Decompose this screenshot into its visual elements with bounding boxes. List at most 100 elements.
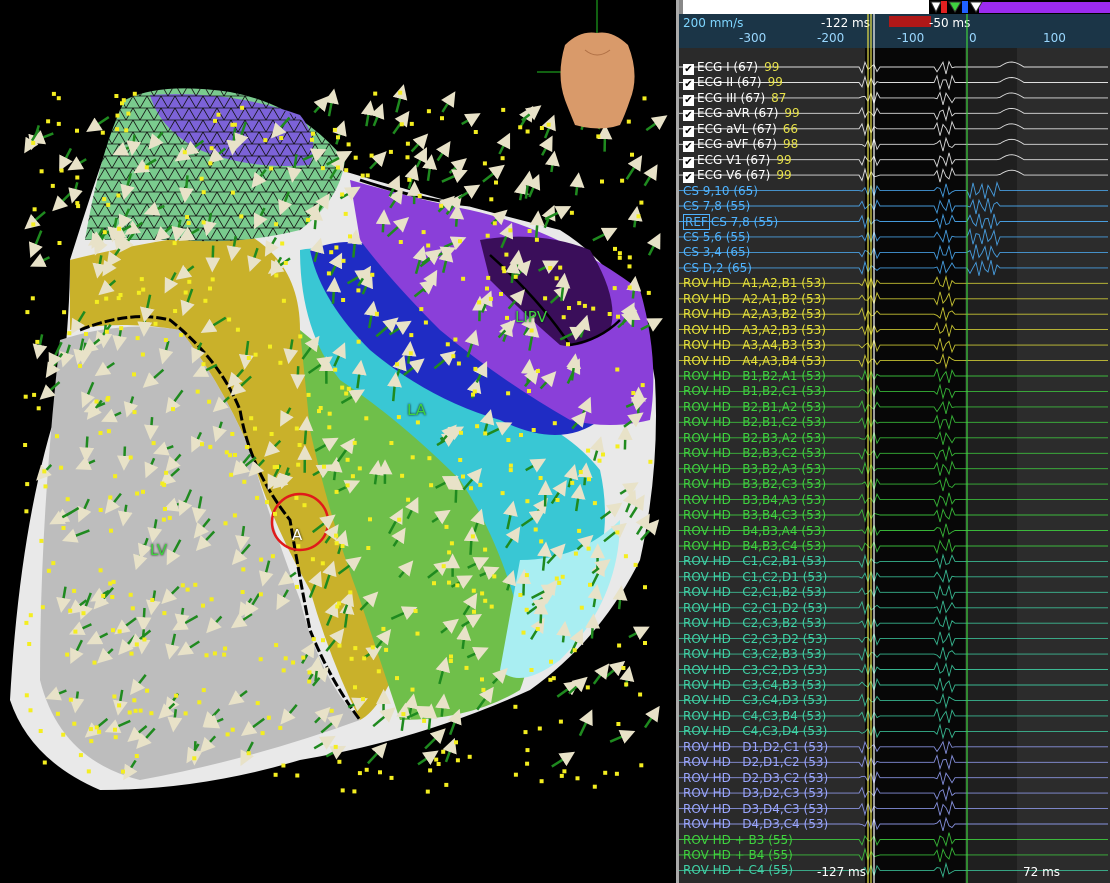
channel-row[interactable]: CS D,2 (65) — [683, 261, 752, 276]
channel-row[interactable]: ROV HD D3,D2,C3 (53) — [683, 786, 828, 801]
channel-row[interactable]: ROV HD B3,B2,C3 (53) — [683, 477, 826, 492]
mapping-point — [183, 711, 188, 716]
mapping-point — [260, 731, 265, 736]
channel-row[interactable]: ROV HD B2,B3,C2 (53) — [683, 446, 826, 461]
channel-row[interactable]: ROV HD C3,C4,B3 (53) — [683, 678, 826, 693]
mapping-point — [195, 389, 200, 394]
channel-row[interactable]: ROV HD C2,C1,B2 (53) — [683, 585, 826, 600]
mapping-point — [343, 211, 348, 216]
channel-row[interactable]: ROV HD A4,A3,B4 (53) — [683, 354, 826, 369]
channel-row[interactable]: ROV HD D2,D1,C2 (53) — [683, 755, 828, 770]
channel-row[interactable]: CS 9,10 (65) — [683, 184, 758, 199]
mapping-point — [627, 285, 632, 290]
mapping-point — [524, 573, 529, 578]
propagation-arrow — [326, 277, 342, 304]
mapping-point — [130, 606, 135, 611]
channel-checkbox[interactable]: ✔ — [683, 141, 694, 153]
torso-orientation-icon[interactable] — [537, 0, 635, 129]
channel-value: 98 — [783, 137, 799, 152]
mapping-point — [296, 544, 301, 549]
channel-label: ROV HD B2,B3,A2 (53) — [683, 430, 826, 445]
mapping-point — [366, 546, 371, 550]
channel-row[interactable]: ROV HD B3,B2,A3 (53) — [683, 462, 826, 477]
channel-checkbox[interactable]: ✔ — [683, 156, 694, 168]
channel-row[interactable]: ✔ ECG aVR (67) 99 — [683, 106, 800, 122]
channel-checkbox[interactable]: ✔ — [683, 125, 694, 137]
channel-row[interactable]: ROV HD D2,D3,C2 (53) — [683, 771, 828, 786]
channel-row[interactable]: ROV HD A1,A2,B1 (53) — [683, 276, 826, 291]
channel-row[interactable]: ROV HD C2,C3,D2 (53) — [683, 632, 827, 647]
channel-row[interactable]: CS 5,6 (55) — [683, 230, 750, 245]
channel-row[interactable]: ✔ ECG V6 (67) 99 — [683, 168, 792, 184]
channel-row[interactable]: ✔ ECG III (67) 87 — [683, 91, 786, 106]
mapping-point — [587, 477, 591, 482]
mapping-point — [25, 310, 30, 315]
channel-checkbox[interactable]: ✔ — [683, 172, 694, 184]
channel-row[interactable]: ROV HD C4,C3,B4 (53) — [683, 709, 826, 724]
mapping-point — [405, 155, 410, 160]
channel-row[interactable]: ✔ ECG aVL (67) 66 — [683, 122, 798, 137]
channel-row[interactable]: ✔ ECG I (67) 99 — [683, 60, 779, 75]
activation-map-viewport[interactable]: LIPV LA LV A — [0, 0, 676, 883]
channel-label: ROV HD C2,C1,D2 (53) — [683, 600, 828, 615]
channel-row[interactable]: ROV HD B1,B2,C1 (53) — [683, 384, 826, 399]
mapping-point — [488, 296, 493, 301]
channel-row[interactable]: ✔ ECG II (67) 99 — [683, 75, 783, 91]
mapping-point — [67, 331, 72, 336]
mapping-point — [492, 221, 497, 226]
channel-row[interactable]: ROV HD B3,B4,C3 (53) — [683, 508, 826, 523]
channel-row[interactable]: ROV HD D1,D2,C1 (53) — [683, 740, 828, 755]
mapping-point — [596, 134, 601, 139]
channel-row[interactable]: ROV HD C3,C4,D3 (53) — [683, 693, 827, 708]
channel-row[interactable]: ROV HD D4,D3,C4 (53) — [683, 817, 828, 832]
channel-row[interactable]: ROV HD D3,D4,C3 (53) — [683, 802, 828, 817]
channel-row[interactable]: CS 3,4 (65) — [683, 245, 750, 260]
channel-row[interactable]: ROV HD + C4 (55) — [683, 863, 793, 878]
channel-row[interactable]: CS 7,8 (55) — [683, 199, 750, 214]
mapping-point — [413, 609, 418, 613]
mapping-point — [467, 754, 472, 759]
channel-checkbox[interactable]: ✔ — [683, 110, 694, 122]
channel-row[interactable]: ROV HD A2,A1,B2 (53) — [683, 292, 826, 307]
propagation-arrow — [417, 750, 439, 766]
channel-row[interactable]: ROV HD C2,C3,B2 (53) — [683, 616, 826, 631]
channel-row[interactable]: ROV HD C1,C2,D1 (53) — [683, 570, 827, 585]
heart-map-surface[interactable] — [0, 0, 676, 883]
channel-row[interactable]: ROV HD C3,C2,B3 (53) — [683, 647, 826, 662]
mapping-point — [356, 339, 361, 344]
channel-row[interactable]: REF CS 7,8 (55) — [683, 213, 778, 230]
channel-row[interactable]: ✔ ECG V1 (67) 99 — [683, 153, 792, 168]
channel-row[interactable]: ROV HD A3,A2,B3 (53) — [683, 323, 826, 338]
mapping-point — [389, 441, 394, 445]
channel-row[interactable]: ROV HD B2,B1,C2 (53) — [683, 415, 826, 430]
mapping-point — [270, 554, 275, 559]
channel-row[interactable]: ROV HD A3,A4,B3 (53) — [683, 338, 826, 353]
channel-row[interactable]: ROV HD B4,B3,C4 (53) — [683, 539, 826, 554]
channel-row[interactable]: ROV HD B2,B1,A2 (53) — [683, 400, 826, 415]
mapping-point — [417, 194, 422, 198]
mapping-point — [529, 668, 534, 672]
channel-row[interactable]: ROV HD B2,B3,A2 (53) — [683, 431, 826, 446]
channel-row[interactable]: ROV HD C2,C1,D2 (53) — [683, 601, 827, 616]
channel-checkbox[interactable]: ✔ — [683, 64, 694, 75]
mapping-point — [415, 631, 420, 636]
channel-row[interactable]: ROV HD C4,C3,D4 (53) — [683, 724, 827, 739]
channel-label: ROV HD C1,C2,D1 (53) — [683, 569, 828, 584]
channel-row[interactable]: ✔ ECG aVF (67) 98 — [683, 137, 799, 153]
channel-row[interactable]: ROV HD B3,B4,A3 (53) — [683, 493, 826, 508]
channel-row[interactable]: ROV HD B1,B2,A1 (53) — [683, 369, 826, 384]
channel-checkbox[interactable]: ✔ — [683, 79, 694, 91]
mapping-point — [473, 130, 478, 134]
channel-checkbox[interactable]: ✔ — [683, 94, 694, 106]
channel-row[interactable]: ROV HD + B3 (55) — [683, 833, 793, 848]
channel-row[interactable]: ROV HD A2,A3,B2 (53) — [683, 307, 826, 322]
channel-value: 99 — [784, 106, 800, 121]
mapping-point — [436, 762, 441, 766]
mapping-point — [81, 611, 86, 616]
channel-row[interactable]: ROV HD C1,C2,B1 (53) — [683, 554, 826, 569]
mapping-point — [334, 533, 339, 538]
channel-label: ECG aVR (67) — [697, 106, 779, 121]
channel-row[interactable]: ROV HD C3,C2,D3 (53) — [683, 663, 827, 678]
channel-row[interactable]: ROV HD B4,B3,A4 (53) — [683, 524, 826, 539]
channel-row[interactable]: ROV HD + B4 (55) — [683, 848, 793, 863]
